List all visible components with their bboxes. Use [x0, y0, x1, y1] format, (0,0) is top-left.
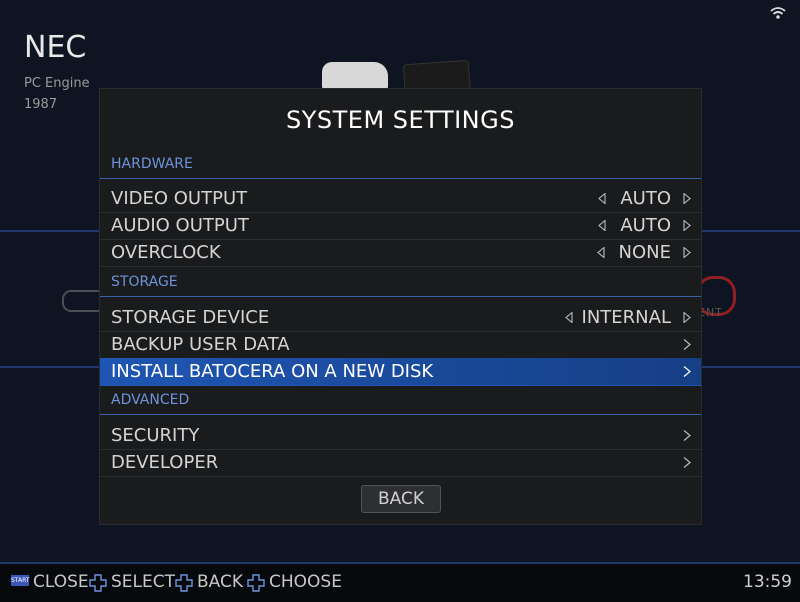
arrow-right-icon[interactable] — [683, 193, 691, 204]
value-text: AUTO — [620, 215, 671, 236]
wifi-icon — [770, 7, 786, 19]
setting-video-output[interactable]: VIDEO OUTPUT AUTO — [100, 185, 701, 213]
menu-security[interactable]: SECURITY — [100, 422, 701, 450]
back-button[interactable]: BACK — [361, 485, 441, 513]
arrow-left-icon[interactable] — [597, 247, 605, 258]
arrow-left-icon[interactable] — [565, 312, 573, 323]
chevron-right-icon — [683, 457, 691, 468]
system-subtitle: PC Engine — [24, 76, 90, 91]
chevron-right-icon — [683, 366, 691, 377]
help-select: SELECT — [111, 572, 175, 592]
system-name: NEC — [24, 30, 87, 65]
dpad-icon — [89, 574, 107, 592]
help-close: CLOSE — [33, 572, 89, 592]
clock: 13:59 — [743, 572, 792, 592]
arrow-right-icon[interactable] — [683, 247, 691, 258]
section-header-storage: STORAGE — [100, 269, 701, 297]
help-back: BACK — [197, 572, 244, 592]
section-header-hardware: HARDWARE — [100, 151, 701, 179]
menu-install-batocera[interactable]: INSTALL BATOCERA ON A NEW DISK — [100, 358, 701, 386]
menu-developer[interactable]: DEVELOPER — [100, 449, 701, 477]
arrow-right-icon[interactable] — [683, 312, 691, 323]
menu-backup-user-data[interactable]: BACKUP USER DATA — [100, 331, 701, 359]
setting-overclock[interactable]: OVERCLOCK NONE — [100, 239, 701, 267]
help-bar: START CLOSE SELECT BACK CHOOSE 13:59 — [0, 562, 800, 602]
dpad-icon — [247, 574, 265, 592]
help-choose: CHOOSE — [269, 572, 342, 592]
system-year: 1987 — [24, 97, 58, 112]
system-settings-dialog: SYSTEM SETTINGS HARDWARE VIDEO OUTPUT AU… — [99, 88, 702, 525]
start-button-icon: START — [11, 575, 30, 586]
setting-storage-device[interactable]: STORAGE DEVICE INTERNAL — [100, 304, 701, 332]
background-system-info: NEC PC Engine 1987 — [24, 30, 90, 115]
chevron-right-icon — [683, 339, 691, 350]
value-text: AUTO — [620, 188, 671, 209]
chevron-right-icon — [683, 430, 691, 441]
arrow-left-icon[interactable] — [598, 220, 606, 231]
arrow-left-icon[interactable] — [598, 193, 606, 204]
dialog-title: SYSTEM SETTINGS — [286, 106, 515, 134]
dpad-icon — [175, 574, 193, 592]
value-text: NONE — [618, 242, 671, 263]
value-text: INTERNAL — [581, 307, 671, 328]
arrow-right-icon[interactable] — [683, 220, 691, 231]
setting-audio-output[interactable]: AUDIO OUTPUT AUTO — [100, 212, 701, 240]
section-header-advanced: ADVANCED — [100, 387, 701, 415]
